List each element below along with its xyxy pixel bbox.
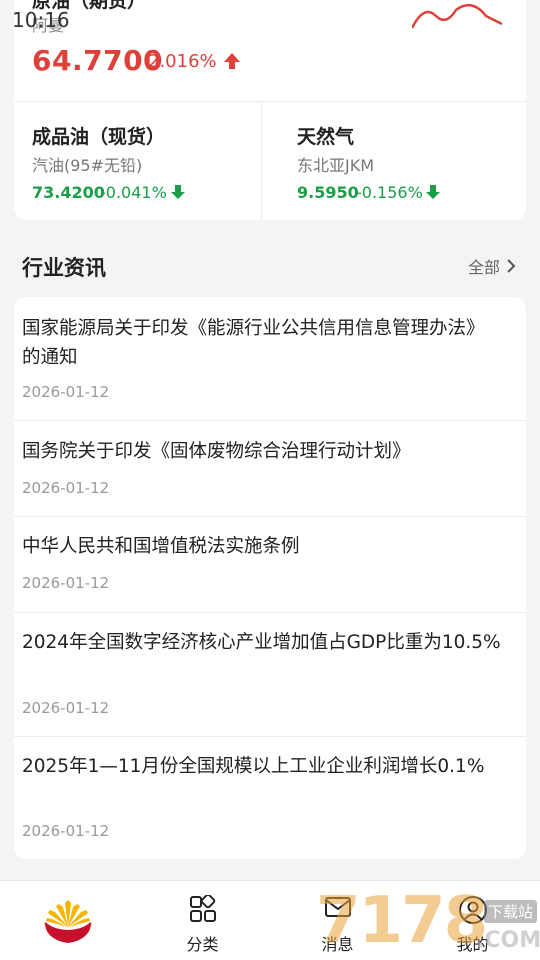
nav-category[interactable]: 分类 [135,881,270,960]
news-item[interactable]: 2025年1—11月份全国规模以上工业企业利润增长0.1% 2026-01-12 [14,737,526,859]
crude-price: 64.7700 [32,44,164,77]
arrow-down-icon [426,185,440,199]
market-item-refined-oil[interactable]: 成品油（现货） 汽油(95#无铅) 73.4200 -0.041% [14,102,262,220]
watermark-domain: .COM [476,928,540,953]
trend-sparkline [412,3,502,29]
view-all-link[interactable]: 全部 [468,254,516,278]
status-time: 10:16 [12,8,70,32]
chevron-right-icon [507,259,516,273]
market-item-name: 天然气 [297,126,355,148]
news-item[interactable]: 2024年全国数字经济核心产业增加值占GDP比重为10.5% 2026-01-1… [14,613,526,737]
news-title: 2024年全国数字经济核心产业增加值占GDP比重为10.5% [22,632,501,653]
arrow-up-icon [224,53,240,69]
nav-home[interactable] [0,881,135,960]
news-item[interactable]: 国家能源局关于印发《能源行业公共信用信息管理办法》的通知 2026-01-12 [14,297,526,421]
market-card: 原油（期货） 阿曼 64.7700 2.016% 成品油（现货） 汽油(95#无… [14,0,526,220]
news-item[interactable]: 国务院关于印发《固体废物综合治理行动计划》 2026-01-12 [14,421,526,517]
market-item-change: -0.041% [100,183,167,202]
market-item-desc: 东北亚JKM [297,156,375,175]
news-date: 2026-01-12 [22,822,110,840]
watermark-number: 7178 [316,884,488,958]
news-date: 2026-01-12 [22,383,110,401]
watermark-sub: 下载站 [484,900,538,923]
nav-label: 分类 [186,935,219,954]
market-item-price: 73.4200 [32,183,105,202]
arrow-down-icon [171,185,185,199]
news-title: 国务院关于印发《固体废物综合治理行动计划》 [22,441,411,462]
crude-change: 2.016% [148,51,217,72]
market-item-natural-gas[interactable]: 天然气 东北亚JKM 9.5950 -0.156% [279,102,527,220]
market-item-price: 9.5950 [297,183,359,202]
market-item-desc: 汽油(95#无铅) [32,156,143,175]
news-date: 2026-01-12 [22,479,110,497]
watermark-logo: 7178 下载站 .COM [316,884,540,960]
news-item[interactable]: 中华人民共和国增值税法实施条例 2026-01-12 [14,517,526,613]
news-title: 2025年1—11月份全国规模以上工业企业利润增长0.1% [22,756,485,777]
news-title: 中华人民共和国增值税法实施条例 [22,536,300,557]
news-date: 2026-01-12 [22,574,110,592]
news-title: 国家能源局关于印发《能源行业公共信用信息管理办法》的通知 [22,318,485,368]
market-item-name: 成品油（现货） [32,126,166,148]
grid-icon [189,895,216,922]
home-logo-icon [43,900,92,943]
view-all-label: 全部 [468,258,501,277]
section-title: 行业资讯 [22,256,106,280]
news-date: 2026-01-12 [22,699,110,717]
news-list: 国家能源局关于印发《能源行业公共信用信息管理办法》的通知 2026-01-12 … [14,297,526,859]
market-item-change: -0.156% [356,183,423,202]
